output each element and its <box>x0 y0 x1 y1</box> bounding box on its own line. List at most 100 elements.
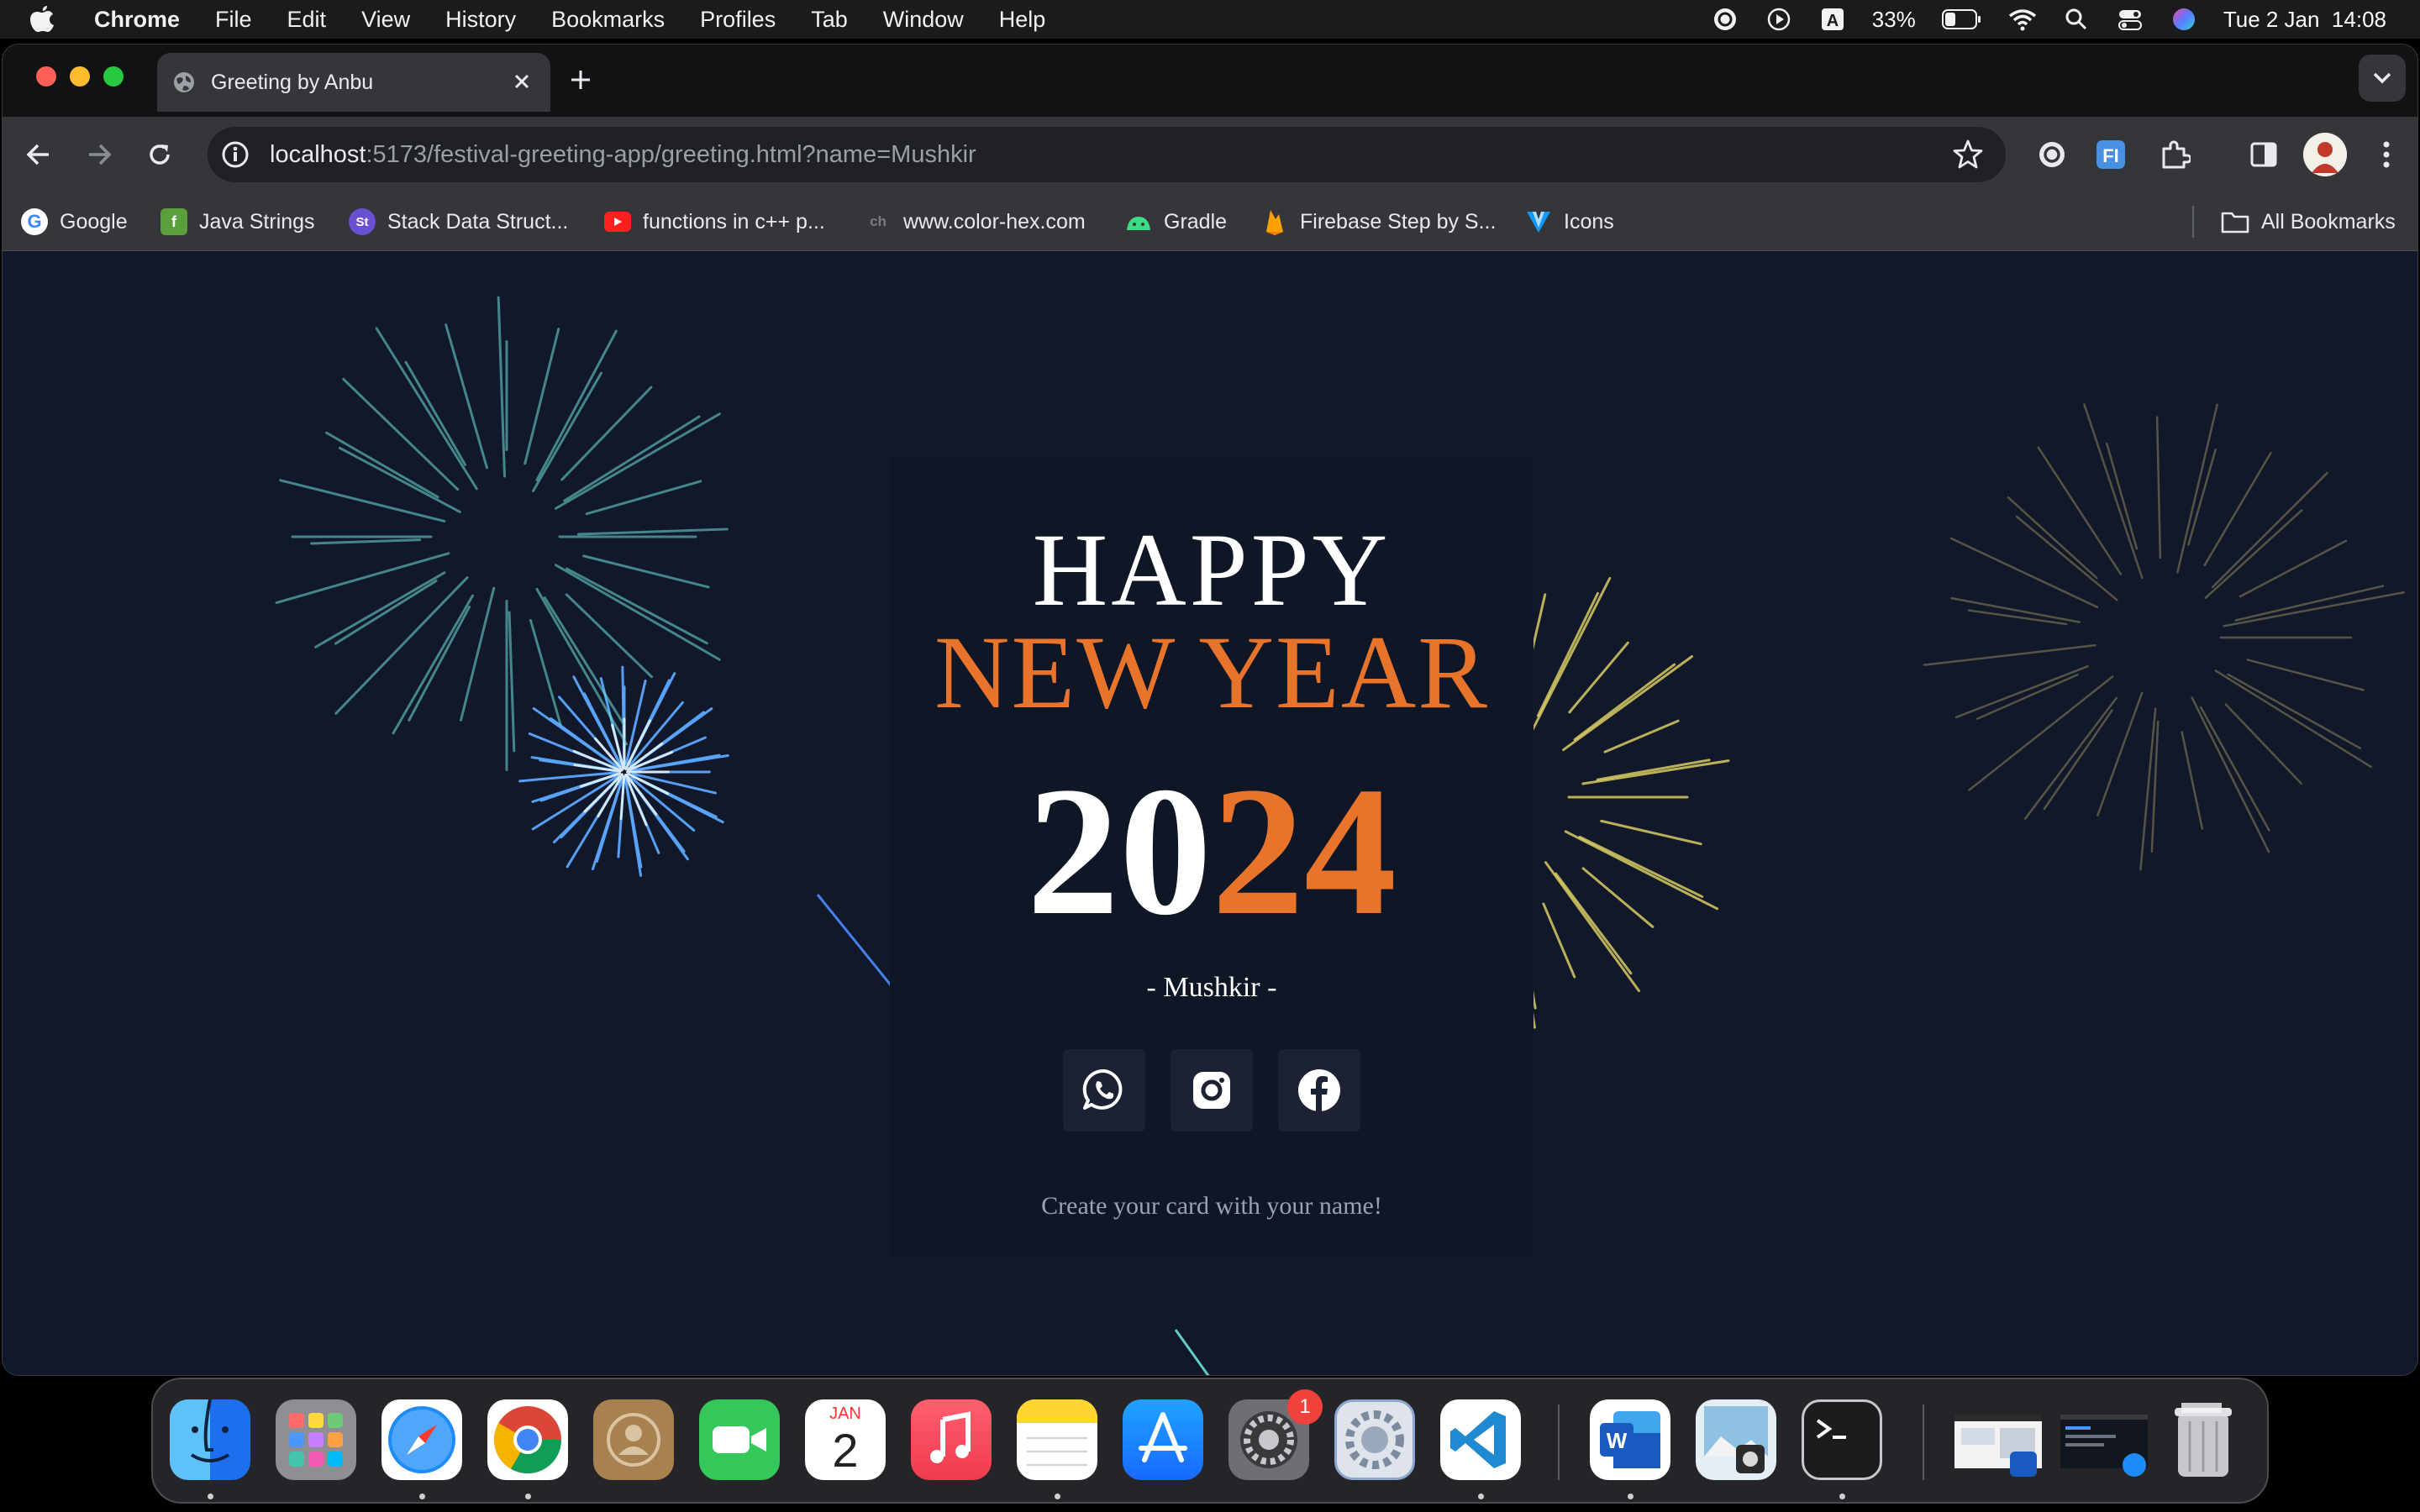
launchpad-icon[interactable] <box>276 1399 356 1480</box>
bookmark-star-icon[interactable] <box>1952 139 1984 171</box>
whatsapp-share-button[interactable] <box>1063 1049 1145 1131</box>
close-window-button[interactable] <box>36 66 56 87</box>
st-icon: St <box>349 208 376 235</box>
reload-button[interactable] <box>142 137 177 172</box>
address-bar[interactable]: localhost:5173/festival-greeting-app/gre… <box>208 127 2006 182</box>
wifi-icon[interactable] <box>2008 5 2037 34</box>
calendar-icon[interactable]: JAN 2 <box>805 1399 886 1480</box>
create-card-link[interactable]: Create your card with your name! <box>890 1192 1534 1221</box>
url-text: localhost:5173/festival-greeting-app/gre… <box>270 141 976 169</box>
terminal-icon[interactable] <box>1802 1399 1882 1480</box>
safari-icon[interactable] <box>381 1399 462 1480</box>
minimize-window-button[interactable] <box>70 66 90 87</box>
firework-spark <box>1603 719 1680 753</box>
music-icon[interactable] <box>911 1399 992 1480</box>
firework-spark <box>275 552 450 605</box>
menu-window[interactable]: Window <box>883 7 964 33</box>
year-part-2: 24 <box>1212 748 1397 953</box>
firework-spark <box>535 329 618 481</box>
chevron-down-icon <box>2373 72 2391 84</box>
bookmark-gradle[interactable]: Gradle <box>1125 204 1227 239</box>
forward-button[interactable] <box>82 137 117 172</box>
vuetify-icon <box>1525 208 1552 235</box>
bookmark-stack-data-struct[interactable]: St Stack Data Struct... <box>349 204 568 239</box>
svg-text:W: W <box>1607 1428 1628 1453</box>
firework-spark <box>2007 496 2098 580</box>
extensions-puzzle-icon[interactable] <box>2155 135 2194 174</box>
firework-spark <box>408 605 471 722</box>
bookmark-java-strings[interactable]: f Java Strings <box>160 204 315 239</box>
greeting-line-new-year: NEW YEAR <box>934 615 1490 730</box>
firework-spark <box>310 538 422 545</box>
chrome-menu-icon[interactable] <box>2367 135 2406 174</box>
play-circle-icon[interactable] <box>1765 5 1793 34</box>
tab-search-button[interactable] <box>2359 55 2406 102</box>
all-bookmarks-button[interactable]: All Bookmarks <box>2221 204 2396 239</box>
notes-icon[interactable] <box>1017 1399 1097 1480</box>
bookmark-google[interactable]: G Google <box>21 204 128 239</box>
tab-title: Greeting by Anbu <box>211 70 374 94</box>
zoom-window-button[interactable] <box>103 66 124 87</box>
menu-edit[interactable]: Edit <box>287 7 327 33</box>
firework-spark <box>342 377 460 491</box>
contacts-icon[interactable] <box>593 1399 674 1480</box>
firework-spark <box>554 564 721 661</box>
bookmark-icons[interactable]: Icons <box>1525 204 1614 239</box>
app-store-icon[interactable] <box>1123 1399 1203 1480</box>
firework-spark <box>375 327 478 491</box>
trash-icon[interactable] <box>2163 1399 2244 1480</box>
grammarly-icon[interactable] <box>1711 5 1739 34</box>
menu-help[interactable]: Help <box>999 7 1046 33</box>
close-tab-icon[interactable] <box>508 68 535 95</box>
firework-spark <box>1596 759 1711 781</box>
greeting-card: HAPPY NEW YEAR 2024 - Mushkir - Create y… <box>890 456 1534 1256</box>
facetime-icon[interactable] <box>699 1399 780 1480</box>
spotlight-search-icon[interactable] <box>2062 5 2091 34</box>
side-panel-icon[interactable] <box>2244 135 2283 174</box>
control-center-icon[interactable] <box>2116 5 2144 34</box>
back-button[interactable] <box>21 137 56 172</box>
bookmark-label: functions in c++ p... <box>643 209 825 234</box>
extension-grammarly-icon[interactable] <box>2033 135 2071 174</box>
clock[interactable]: Tue 2 Jan 14:08 <box>2223 7 2386 33</box>
menu-view[interactable]: View <box>361 7 410 33</box>
chrome-icon[interactable] <box>487 1399 568 1480</box>
apple-icon[interactable] <box>29 3 60 35</box>
bookmark-label: Java Strings <box>199 209 315 234</box>
new-tab-button[interactable] <box>564 63 597 97</box>
profile-avatar[interactable] <box>2303 133 2347 176</box>
battery-percent: 33% <box>1871 6 1916 32</box>
menu-app-chrome[interactable]: Chrome <box>94 7 180 33</box>
greeting-year: 2024 <box>890 759 1534 943</box>
input-source-icon[interactable]: A <box>1818 5 1847 34</box>
word-icon[interactable]: W <box>1590 1399 1670 1480</box>
screenshot-thumbnail-1[interactable] <box>1951 1399 2045 1480</box>
bookmark-color-hex[interactable]: ch www.color-hex.com <box>865 204 1086 239</box>
extension-fi-icon[interactable]: FI <box>2091 135 2130 174</box>
screenshot-thumbnail-2[interactable] <box>2057 1399 2151 1480</box>
battery-icon[interactable] <box>1941 5 1983 34</box>
finder-icon[interactable] <box>170 1399 250 1480</box>
firework-spark <box>1578 835 1704 898</box>
instagram-share-button[interactable] <box>1171 1049 1253 1131</box>
firework-spark <box>1562 654 1694 752</box>
vscode-icon[interactable] <box>1440 1399 1521 1480</box>
java-icon: f <box>160 208 187 235</box>
browser-window: Greeting by Anbu localhost:5173/festival… <box>2 44 2418 1376</box>
tab-active[interactable]: Greeting by Anbu <box>157 53 550 112</box>
instagram-icon <box>1193 1072 1230 1109</box>
menu-profiles[interactable]: Profiles <box>700 7 776 33</box>
menu-tab[interactable]: Tab <box>811 7 848 33</box>
menu-file[interactable]: File <box>215 7 252 33</box>
bookmark-label: Google <box>60 209 128 234</box>
preview-icon[interactable] <box>1696 1399 1776 1480</box>
menu-bookmarks[interactable]: Bookmarks <box>551 7 665 33</box>
site-info-icon[interactable] <box>219 139 251 171</box>
bookmark-functions-cpp[interactable]: functions in c++ p... <box>604 204 825 239</box>
firework-spark <box>560 386 653 481</box>
bookmark-firebase[interactable]: Firebase Step by S... <box>1261 204 1496 239</box>
system-preferences-icon[interactable] <box>1334 1399 1415 1480</box>
facebook-share-button[interactable] <box>1278 1049 1360 1131</box>
siri-icon[interactable] <box>2170 5 2198 34</box>
menu-history[interactable]: History <box>445 7 516 33</box>
